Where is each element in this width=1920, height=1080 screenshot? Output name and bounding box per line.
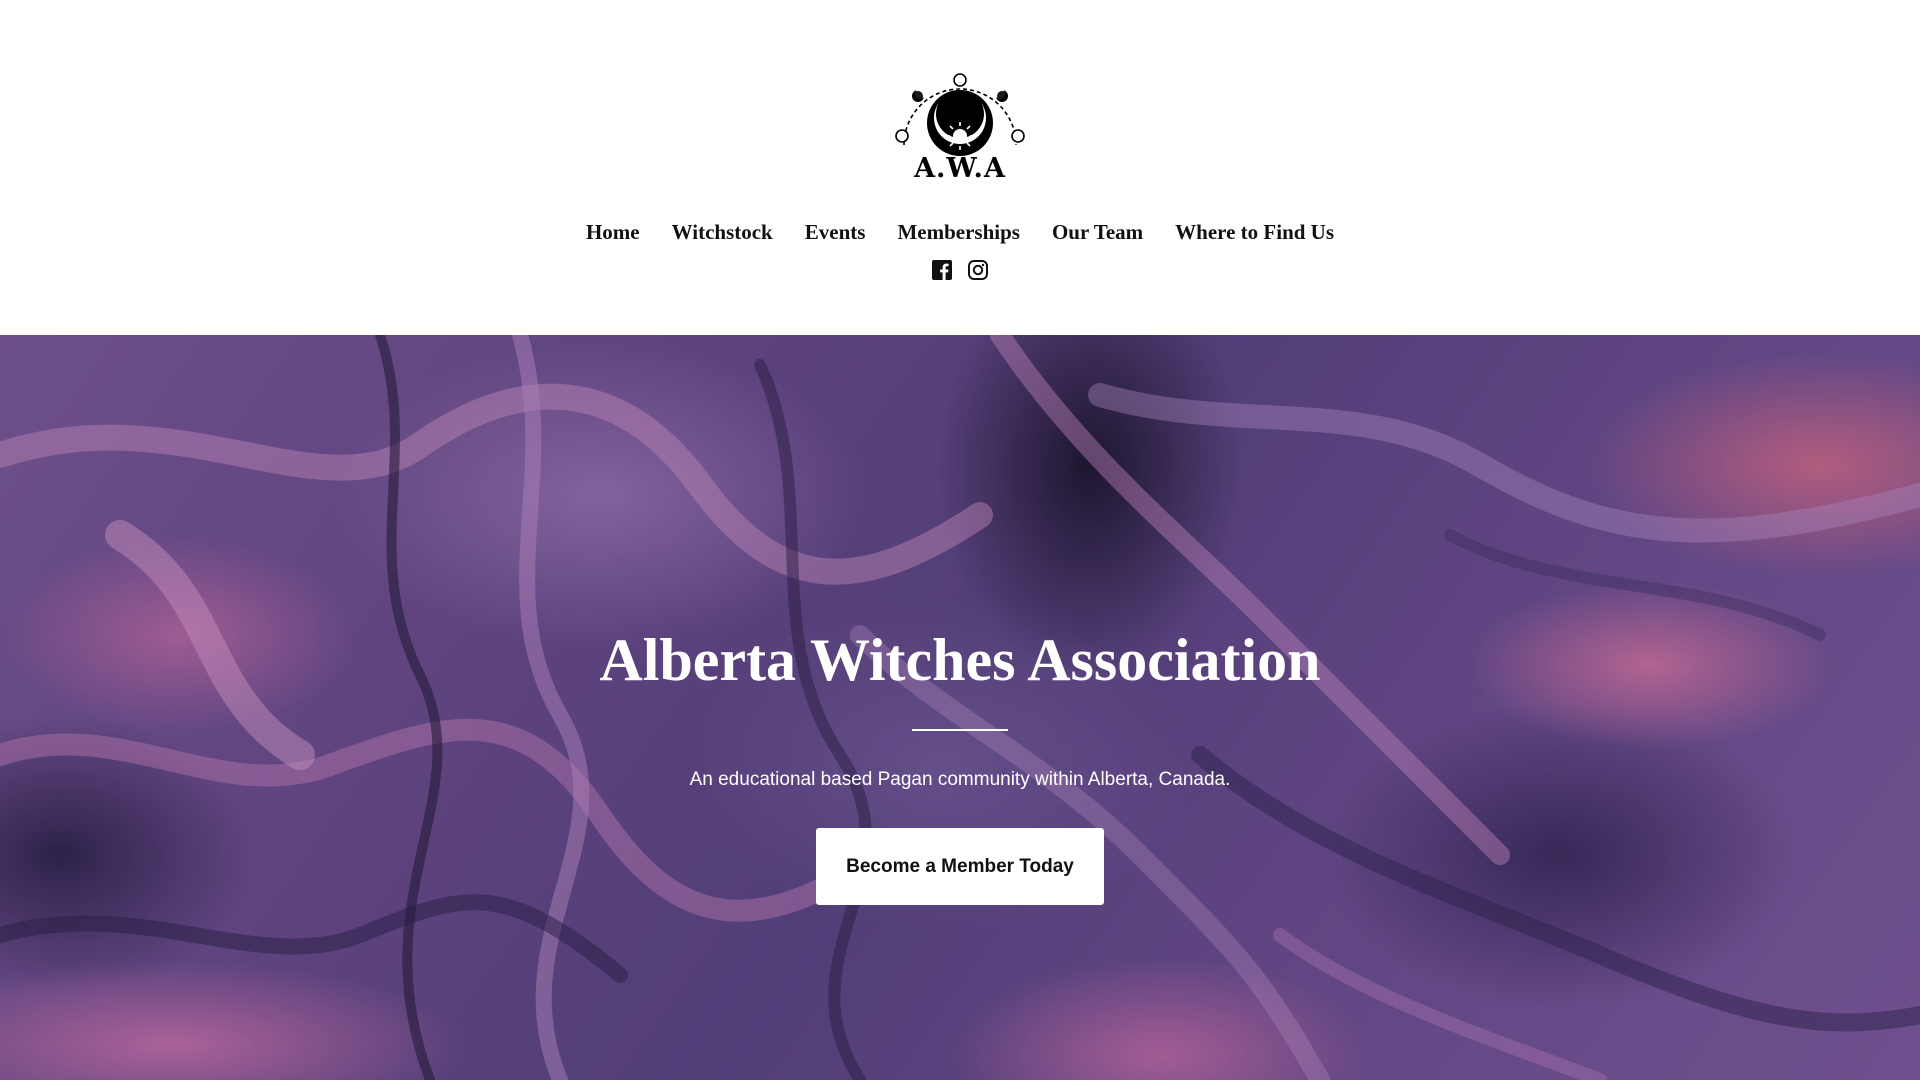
facebook-icon: [932, 260, 952, 280]
nav-witchstock[interactable]: Witchstock: [672, 217, 773, 247]
logo-text: A.W.A: [914, 153, 1006, 184]
hero-content: Alberta Witches Association An education…: [0, 335, 1920, 1080]
hero-title: Alberta Witches Association: [599, 627, 1321, 693]
nav-our-team[interactable]: Our Team: [1052, 217, 1143, 247]
social-links: [0, 260, 1920, 280]
instagram-link[interactable]: [968, 260, 988, 280]
site-header: A.W.A Home Witchstock Events Memberships…: [0, 0, 1920, 335]
nav-where-to-find-us[interactable]: Where to Find Us: [1175, 217, 1334, 247]
nav-memberships[interactable]: Memberships: [897, 217, 1020, 247]
hero-subtitle: An educational based Pagan community wit…: [689, 769, 1231, 790]
hero-banner: Alberta Witches Association An education…: [0, 335, 1920, 1080]
main-nav: Home Witchstock Events Memberships Our T…: [0, 217, 1920, 247]
site-logo[interactable]: A.W.A: [894, 70, 1026, 188]
instagram-icon: [968, 260, 988, 280]
title-divider: [912, 729, 1008, 731]
facebook-link[interactable]: [932, 260, 952, 280]
become-member-button[interactable]: Become a Member Today: [816, 828, 1104, 905]
nav-events[interactable]: Events: [805, 217, 866, 247]
nav-home[interactable]: Home: [586, 217, 640, 247]
